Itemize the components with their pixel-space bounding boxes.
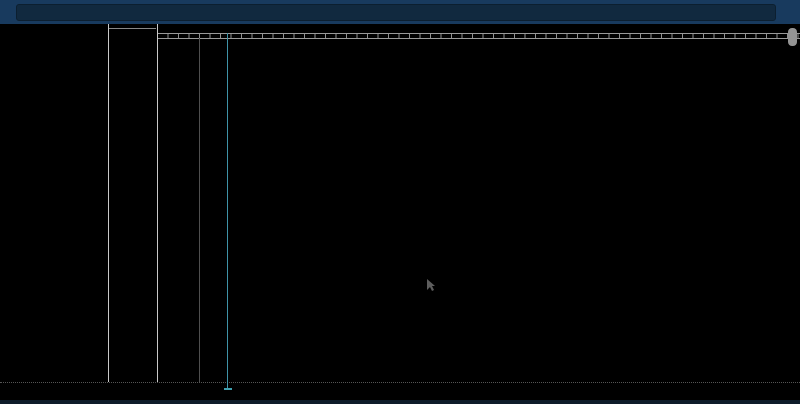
values-chart-separator [157, 24, 158, 382]
search-input[interactable] [16, 4, 776, 21]
primary-cursor-line[interactable] [227, 33, 228, 389]
values-column-header [109, 27, 156, 29]
weather-timeseries-app [0, 0, 800, 404]
secondary-cursor-line[interactable] [199, 38, 200, 382]
waveform-canvas[interactable] [0, 0, 800, 404]
vertical-scrollbar-thumb[interactable] [788, 28, 797, 46]
cursor-timestamp-tooltip [224, 388, 232, 390]
sidebar-values-separator [108, 24, 109, 382]
toolbar [0, 0, 800, 24]
